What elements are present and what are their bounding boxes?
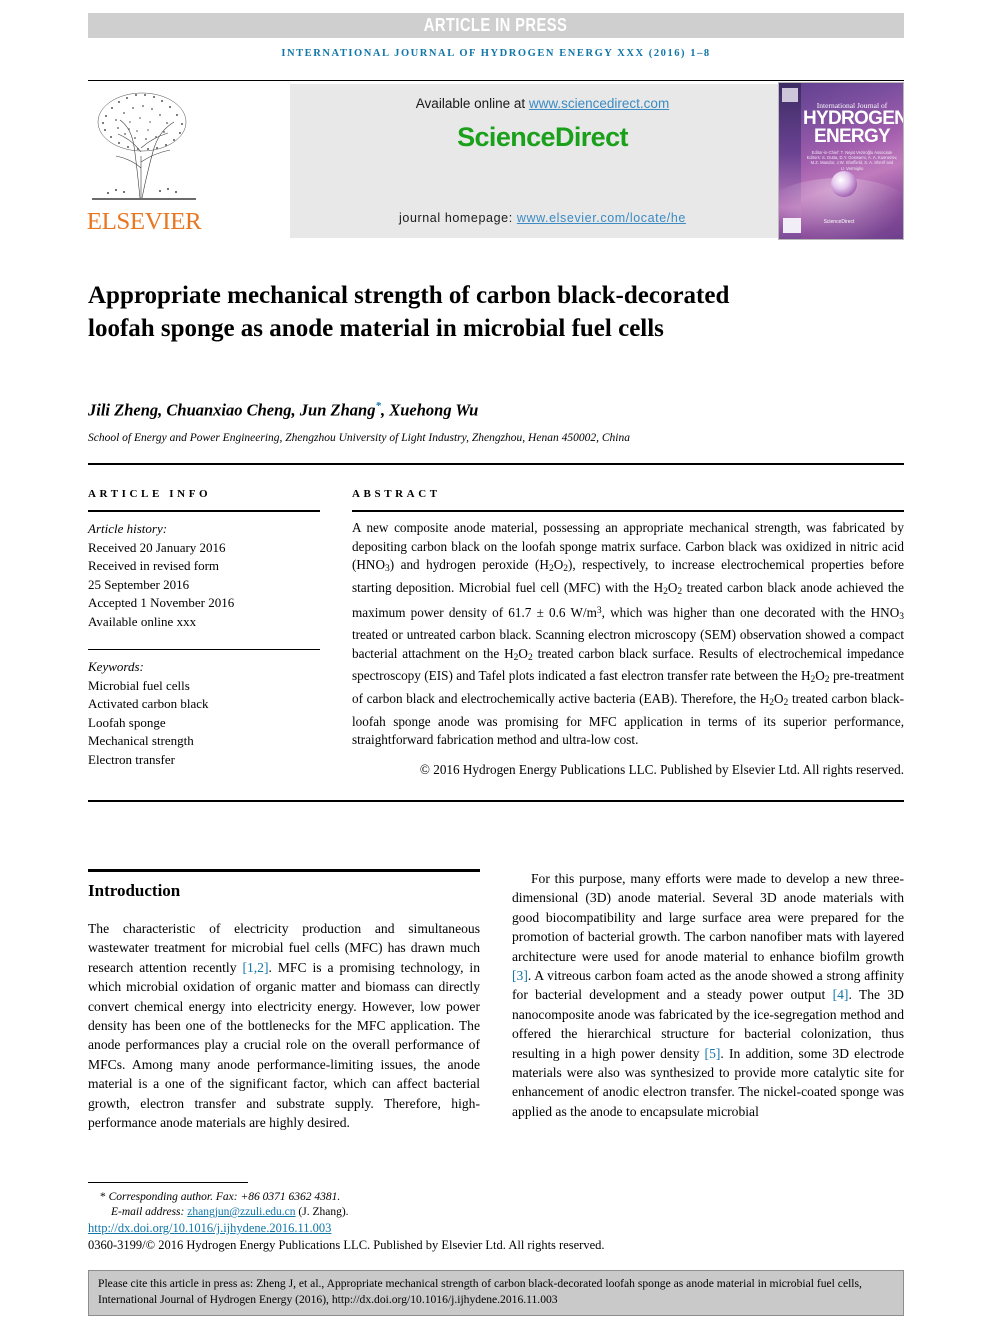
elsevier-logo: ELSEVIER xyxy=(86,84,202,238)
journal-running-head: INTERNATIONAL JOURNAL OF HYDROGEN ENERGY… xyxy=(281,48,711,59)
keywords-block: Keywords: Microbial fuel cells Activated… xyxy=(88,658,328,769)
cover-sciencedirect-label: ScienceDirect xyxy=(823,219,855,225)
keyword-item: Activated carbon black xyxy=(88,696,209,711)
available-online-prefix: Available online at xyxy=(415,96,529,111)
email-note: E-mail address: zhangjun@zzuli.edu.cn (J… xyxy=(111,1205,531,1220)
cover-orb-decoration xyxy=(831,171,857,197)
corresponding-author-note: * Corresponding author. Fax: +86 0371 63… xyxy=(100,1190,520,1205)
author-list: Jili Zheng, Chuanxiao Cheng, Jun Zhang*,… xyxy=(88,400,848,421)
sciencedirect-wordmark: ScienceDirect xyxy=(457,122,628,152)
introduction-paragraph: The characteristic of electricity produc… xyxy=(88,921,480,1131)
article-history-block: Article history: Received 20 January 201… xyxy=(88,520,328,631)
article-history-item: 25 September 2016 xyxy=(88,576,190,592)
masthead: ELSEVIER Available online at www.science… xyxy=(86,82,904,240)
journal-homepage-link[interactable]: www.elsevier.com/locate/he xyxy=(517,211,686,225)
email-suffix: (J. Zhang). xyxy=(295,1206,349,1218)
info-section-top-rule xyxy=(88,463,904,465)
cover-ihe-logo-icon xyxy=(783,218,801,233)
journal-homepage-line: journal homepage: www.elsevier.com/locat… xyxy=(290,211,795,225)
email-label: E-mail address: xyxy=(111,1206,188,1218)
cite-this-article-text: Please cite this article in press as: Zh… xyxy=(98,1277,862,1306)
abstract-heading: ABSTRACT xyxy=(352,488,441,500)
journal-homepage-label: journal homepage: xyxy=(399,211,517,225)
introduction-rule xyxy=(88,869,480,872)
issn-copyright-line: 0360-3199/© 2016 Hydrogen Energy Publica… xyxy=(88,1238,605,1252)
keyword-item: Microbial fuel cells xyxy=(88,677,190,693)
sciencedirect-panel: Available online at www.sciencedirect.co… xyxy=(290,84,795,238)
article-history-item: Received 20 January 2016 xyxy=(88,539,226,555)
author-names-tail: , Xuehong Wu xyxy=(380,400,479,420)
body-column-left: Introduction The characteristic of elect… xyxy=(88,869,480,1132)
footnote-rule xyxy=(88,1182,248,1183)
cite-this-article-box: Please cite this article in press as: Zh… xyxy=(88,1270,904,1316)
elsevier-wordmark: ELSEVIER xyxy=(86,209,202,235)
keyword-item: Loofah sponge xyxy=(88,714,166,730)
doi-link[interactable]: http://dx.doi.org/10.1016/j.ijhydene.201… xyxy=(88,1221,331,1236)
article-history-item: Accepted 1 November 2016 xyxy=(88,595,235,610)
section-title-introduction: Introduction xyxy=(88,881,181,900)
article-history-item: Received in revised form xyxy=(88,558,220,573)
email-link[interactable]: zhangjun@zzuli.edu.cn xyxy=(187,1206,295,1218)
cover-energy: ENERGY xyxy=(813,126,891,147)
cover-elsevier-mark-icon xyxy=(782,88,798,102)
article-in-press-label: ARTICLE IN PRESS xyxy=(424,15,568,35)
keyword-item: Mechanical strength xyxy=(88,733,194,748)
keywords-label: Keywords: xyxy=(88,659,144,674)
page-title: Appropriate mechanical strength of carbo… xyxy=(88,281,730,342)
article-history-item: Available online xxx xyxy=(88,613,197,629)
article-history-label: Article history: xyxy=(88,521,168,536)
cover-editors: Editor-in-Chief: T. Nejat Veziroğlu Asso… xyxy=(806,150,898,171)
affiliation: School of Energy and Power Engineering, … xyxy=(88,432,630,444)
article-info-heading: ARTICLE INFO xyxy=(88,488,212,500)
abstract-rule xyxy=(352,510,904,512)
body-column-right: For this purpose, many efforts were made… xyxy=(512,869,904,1121)
right-column-paragraph: For this purpose, many efforts were made… xyxy=(512,871,904,1119)
masthead-top-rule xyxy=(88,80,904,81)
elsevier-tree-icon xyxy=(92,92,196,200)
keywords-rule xyxy=(88,649,320,650)
available-online-line: Available online at www.sciencedirect.co… xyxy=(290,96,795,111)
journal-cover-image: International Journal of HYDROGEN ENERGY… xyxy=(778,82,904,240)
keyword-item: Electron transfer xyxy=(88,751,175,767)
article-in-press-banner: ARTICLE IN PRESS xyxy=(88,13,904,38)
asterisk-icon: * xyxy=(100,1191,106,1203)
abstract-copyright: © 2016 Hydrogen Energy Publications LLC.… xyxy=(419,762,904,777)
abstract-text: A new composite anode material, possessi… xyxy=(352,520,904,748)
sciencedirect-url-link[interactable]: www.sciencedirect.com xyxy=(529,96,669,111)
corresponding-author-text: Corresponding author. Fax: +86 0371 6362… xyxy=(108,1191,341,1203)
article-info-rule xyxy=(88,510,320,512)
author-names: Jili Zheng, Chuanxiao Cheng, Jun Zhang xyxy=(88,400,376,420)
info-section-bottom-rule xyxy=(88,800,904,802)
